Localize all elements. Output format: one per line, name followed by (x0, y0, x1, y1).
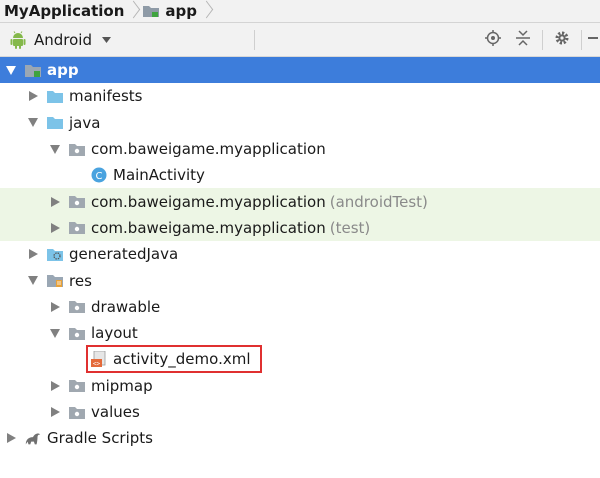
collapse-all-button[interactable] (508, 23, 538, 56)
settings-button[interactable] (547, 23, 577, 56)
tree-row-label: com.baweigame.myapplication (91, 192, 326, 211)
tree-row-label: com.baweigame.myapplication (91, 218, 326, 237)
folder-icon (46, 88, 64, 104)
breadcrumb-project[interactable]: MyApplication (0, 0, 138, 22)
highlight-box (86, 345, 262, 374)
expand-arrow-right-icon[interactable] (48, 405, 62, 419)
tree-row-generatedjava[interactable]: generatedJava (0, 241, 600, 267)
package-icon (68, 220, 86, 236)
package-icon (68, 404, 86, 420)
tree-row-layout[interactable]: layout (0, 320, 600, 346)
minimize-icon (588, 30, 598, 50)
collapse-icon (515, 29, 531, 50)
view-mode-selector[interactable]: Android (0, 31, 111, 49)
package-icon (68, 194, 86, 210)
chevron-right-icon (201, 0, 211, 22)
expand-arrow-down-icon[interactable] (48, 142, 62, 156)
tree-row-label: com.baweigame.myapplication (91, 140, 326, 159)
toolbar-separator (542, 29, 543, 50)
tree-row-mipmap[interactable]: mipmap (0, 373, 600, 399)
breadcrumb: MyApplication app (0, 0, 600, 23)
tree-row-java[interactable]: java (0, 110, 600, 136)
breadcrumb-module[interactable]: app (138, 0, 211, 22)
expand-arrow-right-icon[interactable] (4, 431, 18, 445)
tree-row-mainactivity[interactable]: C MainActivity (0, 162, 600, 188)
tree-row-label: manifests (69, 87, 143, 106)
package-icon (68, 141, 86, 157)
expand-arrow-right-icon[interactable] (48, 195, 62, 209)
folder-icon (46, 115, 64, 131)
expand-arrow-right-icon[interactable] (48, 221, 62, 235)
chevron-right-icon (128, 0, 138, 22)
package-icon (68, 378, 86, 394)
view-mode-label: Android (34, 30, 92, 49)
expand-arrow-down-icon[interactable] (26, 116, 40, 130)
locate-button[interactable] (478, 23, 508, 56)
class-icon: C (90, 167, 108, 183)
tree-row-label: java (69, 113, 101, 132)
gradle-icon (24, 430, 42, 446)
tree-row-label: app (47, 61, 79, 80)
tree-row-values[interactable]: values (0, 399, 600, 425)
toolbar-separator (581, 29, 582, 50)
tree-row-manifests[interactable]: manifests (0, 83, 600, 109)
tree-row-com-baweigame-myapplication-androidtest[interactable]: com.baweigame.myapplication (androidTest) (0, 188, 600, 215)
expand-arrow-right-icon[interactable] (48, 379, 62, 393)
breadcrumb-project-label: MyApplication (4, 2, 125, 20)
tree-row-gradle-scripts[interactable]: Gradle Scripts (0, 425, 600, 451)
tree-row-res[interactable]: res (0, 267, 600, 293)
project-view-toolbar: Android (0, 23, 600, 57)
tree-row-label: layout (91, 324, 138, 343)
tree-row-source-set: (test) (329, 218, 371, 237)
project-tree: app manifests java com.baweigame.myapplicat… (0, 57, 600, 451)
expand-arrow-down-icon[interactable] (4, 63, 18, 77)
locate-icon (485, 29, 501, 50)
module-folder-icon (24, 62, 42, 78)
module-folder-icon (142, 3, 160, 19)
expand-arrow-right-icon[interactable] (26, 247, 40, 261)
svg-text:C: C (96, 171, 103, 182)
expand-arrow-down-icon[interactable] (26, 274, 40, 288)
expand-arrow-down-icon[interactable] (48, 326, 62, 340)
toolbar-separator (254, 29, 255, 50)
tree-row-label: drawable (91, 297, 161, 316)
tree-row-activity-demo-xml[interactable]: <> activity_demo.xml (0, 345, 600, 374)
chevron-down-icon (102, 36, 111, 43)
tree-row-label: mipmap (91, 376, 153, 395)
hide-panel-button[interactable] (586, 23, 600, 56)
tree-row-source-set: (androidTest) (329, 192, 428, 211)
tree-row-label: res (69, 271, 92, 290)
tree-row-label: MainActivity (113, 166, 205, 185)
android-icon (10, 30, 26, 49)
tree-row-com-baweigame-myapplication-test[interactable]: com.baweigame.myapplication (test) (0, 214, 600, 242)
tree-row-label: generatedJava (69, 245, 179, 264)
package-icon (68, 299, 86, 315)
breadcrumb-module-label: app (165, 2, 197, 20)
generated-folder-icon (46, 246, 64, 262)
tree-row-label: values (91, 403, 140, 421)
tree-row-com-baweigame-myapplication[interactable]: com.baweigame.myapplication (0, 136, 600, 162)
gear-icon (554, 30, 570, 50)
tree-row-drawable[interactable]: drawable (0, 294, 600, 320)
expand-arrow-right-icon[interactable] (48, 300, 62, 314)
tree-row-app[interactable]: app (0, 57, 600, 84)
package-icon (68, 325, 86, 341)
tree-row-label: Gradle Scripts (47, 429, 153, 448)
expand-arrow-right-icon[interactable] (26, 89, 40, 103)
res-folder-icon (46, 273, 64, 289)
